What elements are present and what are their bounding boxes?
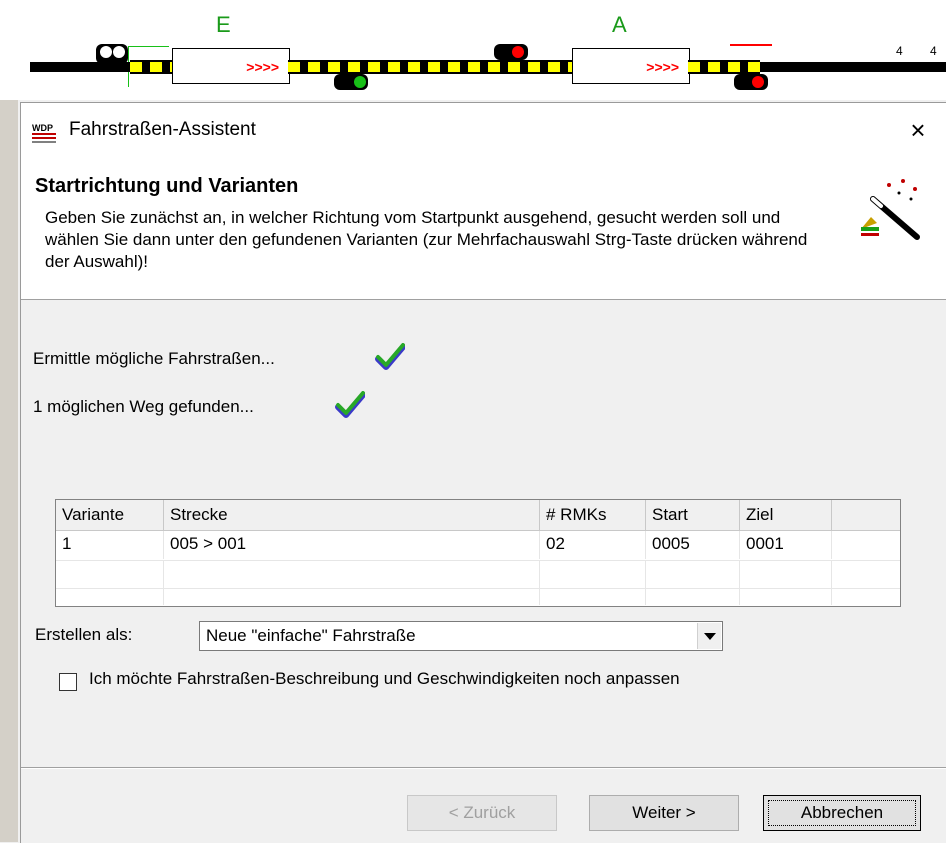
app-icon: WDP (31, 121, 57, 143)
block-arrows: >>>> (246, 59, 279, 75)
cell-empty (740, 561, 832, 589)
svg-text:WDP: WDP (32, 123, 53, 133)
signal-lamp (113, 46, 125, 58)
cell-filler (832, 531, 900, 559)
back-button[interactable]: < Zurück (407, 795, 557, 831)
signal-letter-e: E (216, 12, 231, 37)
column-header-strecke[interactable]: Strecke (164, 500, 540, 530)
adjust-description-checkbox[interactable] (59, 673, 77, 691)
wizard-dialog: WDP Fahrstraßen-Assistent × Startrichtun… (20, 102, 946, 843)
table-header: Variante Strecke # RMKs Start Ziel (56, 500, 900, 531)
block-arrows: >>>> (646, 59, 679, 75)
signal-lamp (100, 46, 112, 58)
cell-empty (56, 589, 164, 605)
cancel-button-label: Abbrechen (800, 803, 884, 822)
signal-lamp-red (752, 76, 764, 88)
cell-empty (540, 561, 646, 589)
column-header-filler (832, 500, 900, 530)
cell-empty (646, 589, 740, 605)
counter-label: 4 (930, 44, 937, 58)
cell-empty (740, 589, 832, 605)
signal-lamp-green (354, 76, 366, 88)
cell-empty (164, 561, 540, 589)
table-row-empty (56, 560, 900, 589)
cell-start: 0005 (646, 531, 740, 559)
cell-empty (164, 589, 540, 605)
status-searching: Ermittle mögliche Fahrstraßen... (33, 349, 275, 368)
cancel-button[interactable]: Abbrechen (763, 795, 921, 831)
create-as-value: Neue "einfache" Fahrstraße (206, 626, 416, 645)
next-button-label: Weiter > (632, 803, 696, 822)
cell-empty (56, 561, 164, 589)
title-bar: WDP Fahrstraßen-Assistent × (21, 103, 946, 155)
counter-label: 4 (896, 44, 903, 58)
table-row[interactable]: 1 005 > 001 02 0005 0001 (56, 531, 900, 559)
column-header-start[interactable]: Start (646, 500, 740, 530)
dialog-title: Fahrstraßen-Assistent (69, 119, 256, 140)
cell-empty (646, 561, 740, 589)
footer-divider (21, 767, 946, 769)
column-header-ziel[interactable]: Ziel (740, 500, 832, 530)
cell-variante: 1 (56, 531, 164, 559)
cell-rmks: 02 (540, 531, 646, 559)
red-marker-line (730, 44, 772, 46)
table-row-empty (56, 588, 900, 605)
cell-strecke: 005 > 001 (164, 531, 540, 559)
signal-letter-a: A (612, 12, 627, 37)
back-button-label: < Zurück (448, 803, 516, 822)
cell-ziel: 0001 (740, 531, 832, 559)
track-segment-3 (688, 60, 760, 74)
track-end (760, 62, 946, 72)
track-layout: E A >>>> >>>> 4 4 (0, 0, 946, 100)
column-header-variante[interactable]: Variante (56, 500, 164, 530)
cell-empty (540, 589, 646, 605)
track-segment-1 (130, 60, 174, 74)
create-as-label: Erstellen als: (35, 625, 133, 644)
status-found: 1 möglichen Weg gefunden... (33, 397, 254, 416)
adjust-description-label[interactable]: Ich möchte Fahrstraßen-Beschreibung und … (89, 669, 680, 689)
next-button[interactable]: Weiter > (589, 795, 739, 831)
variants-table[interactable]: Variante Strecke # RMKs Start Ziel 1 005… (55, 499, 901, 607)
column-header-rmks[interactable]: # RMKs (540, 500, 646, 530)
signal-lamp-red (512, 46, 524, 58)
track-segment-2 (288, 60, 572, 74)
wizard-header: Startrichtung und Varianten Geben Sie zu… (21, 155, 946, 300)
checkmark-icon (335, 391, 365, 418)
step-title: Startrichtung und Varianten (35, 175, 299, 197)
close-icon[interactable]: × (901, 113, 935, 147)
checkmark-icon (375, 343, 405, 370)
block-1: >>>> (172, 48, 290, 84)
block-2: >>>> (572, 48, 690, 84)
create-as-select[interactable]: Neue "einfache" Fahrstraße (199, 621, 723, 651)
dropdown-arrow-icon[interactable] (697, 623, 721, 649)
step-description: Geben Sie zunächst an, in welcher Richtu… (45, 208, 808, 271)
magic-wand-icon (861, 179, 920, 240)
layout-left-edge (0, 100, 18, 842)
